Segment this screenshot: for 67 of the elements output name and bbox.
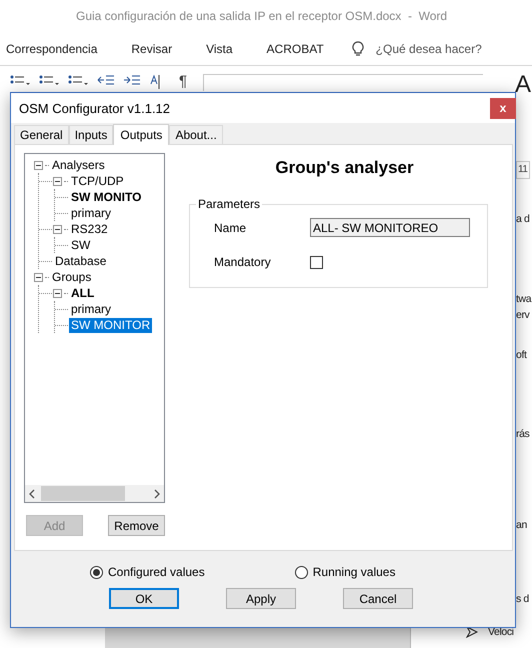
name-field[interactable]: ALL- SW MONITOREO (310, 218, 470, 237)
mandatory-checkbox[interactable] (310, 256, 323, 268)
radio-circle-icon[interactable] (294, 566, 308, 578)
tree-item[interactable]: Database (53, 254, 108, 268)
collapse-icon[interactable] (34, 272, 43, 282)
radio-label[interactable]: Configured values (108, 565, 205, 579)
increase-indent-icon (123, 74, 141, 86)
close-button[interactable]: x (490, 98, 516, 118)
document-text: a d (516, 212, 530, 227)
document-text: erv (516, 308, 530, 323)
scroll-left-icon (29, 488, 35, 498)
dialog-button[interactable]: Apply (226, 588, 296, 609)
numbered-list-icon (39, 74, 60, 88)
menu-tab[interactable]: Vista (200, 42, 247, 56)
show-marks-button[interactable]: ¶ (179, 74, 188, 90)
radio-label[interactable]: Running values (312, 565, 396, 579)
document-text: oft (516, 348, 526, 363)
scroll-right-icon (154, 488, 160, 498)
tree-item[interactable]: SW MONITOR (69, 318, 152, 332)
group-label: Parameters (197, 197, 262, 211)
dialog-button[interactable]: Cancel (343, 588, 413, 609)
collapse-icon[interactable] (53, 224, 62, 234)
radio-circle-icon[interactable] (90, 566, 103, 578)
window-title: Guia configuración de una salida IP en el receptor OSM.docx - Word (75, 8, 448, 25)
menu-tab[interactable]: Correspondencia (0, 42, 112, 56)
tell-me-field[interactable]: ¿Qué desea hacer? (352, 40, 510, 56)
collapse-icon[interactable] (34, 160, 43, 170)
section-heading: Group's analyser (274, 158, 414, 178)
tree-item[interactable]: primary (69, 206, 114, 220)
menu-tab[interactable]: ACROBAT (260, 42, 338, 56)
tab[interactable]: Inputs (68, 125, 114, 144)
bullet-list-icon (10, 74, 31, 88)
tree-item[interactable]: primary (69, 302, 114, 316)
sort-icon (149, 74, 161, 90)
lightbulb-icon (352, 40, 364, 56)
decrease-indent-icon (97, 74, 115, 86)
tree-item[interactable]: TCP/UDP (69, 174, 126, 188)
dialog-button[interactable]: OK (109, 588, 179, 609)
field-label: Name (214, 220, 248, 234)
document-text: rás (516, 427, 530, 442)
tree-item[interactable]: RS232 (69, 222, 110, 236)
tree-item[interactable]: Groups (50, 270, 94, 284)
tree-view[interactable]: Analysers TCP/UDP SW MONITO primary RS232 SW Database Groups ALL primary SW MONITOR (24, 153, 165, 503)
horizontal-scrollbar[interactable] (25, 485, 164, 502)
dialog-title: OSM Configurator v1.1.12 (19, 100, 170, 116)
tree-action-button[interactable]: Remove (108, 515, 165, 536)
arrow-bullet-icon (466, 626, 478, 638)
collapse-icon[interactable] (53, 288, 62, 298)
tab[interactable]: Outputs (113, 124, 170, 145)
styles-glyph: A (514, 74, 532, 96)
document-text: s d (516, 592, 529, 607)
menu-tab[interactable]: Revisar (125, 42, 186, 56)
document-text: an (516, 518, 527, 533)
document-text: Veloci (488, 625, 514, 640)
tree-item[interactable]: SW MONITO (69, 190, 144, 204)
document-text: twa (516, 292, 532, 307)
tree-item[interactable]: SW (69, 238, 92, 252)
tab[interactable]: General (14, 125, 69, 144)
mode-radio[interactable]: Configured values (90, 565, 205, 579)
collapse-icon[interactable] (53, 176, 62, 186)
field-label: Mandatory (214, 255, 272, 269)
tab[interactable]: About... (169, 125, 223, 144)
tree-item[interactable]: Analysers (50, 158, 107, 172)
mode-radio[interactable]: Running values (294, 565, 396, 579)
multilevel-list-icon (68, 74, 89, 88)
tree-item[interactable]: ALL (69, 286, 96, 300)
font-size-box[interactable]: 11 (516, 161, 530, 179)
